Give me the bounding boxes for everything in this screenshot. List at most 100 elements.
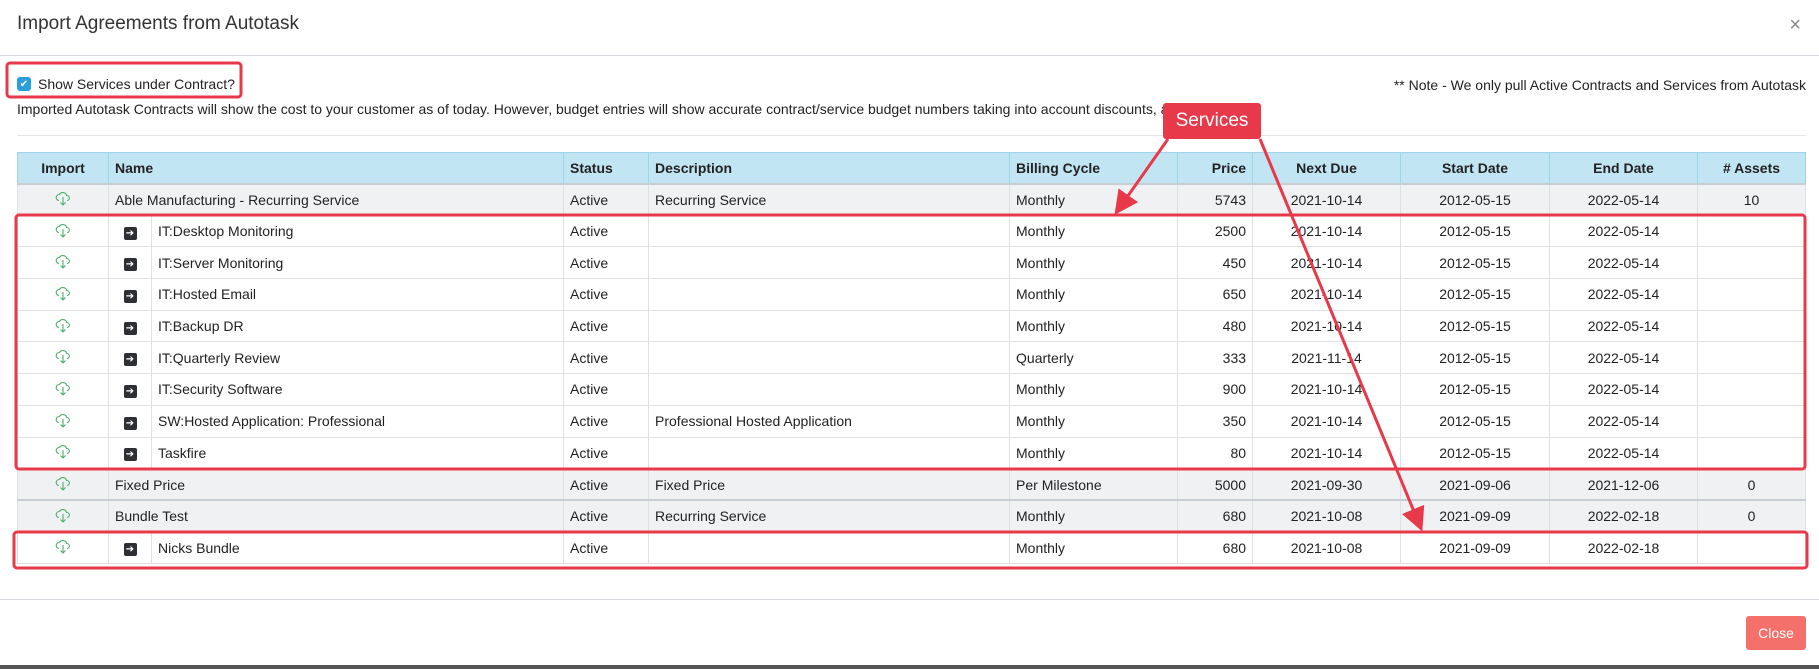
column-header[interactable]: Next Due (1252, 152, 1402, 184)
close-icon[interactable]: × (1789, 14, 1801, 37)
import-cell (17, 341, 109, 375)
cloud-download-icon[interactable] (55, 190, 71, 209)
description-cell (648, 531, 1011, 565)
cloud-download-icon[interactable] (55, 348, 71, 367)
start-cell: 2021-09-09 (1400, 531, 1551, 565)
cloud-download-icon[interactable] (55, 222, 71, 241)
service-indicator-cell: ➔ (108, 214, 152, 248)
service-row: ➔ IT:Hosted Email Active Monthly 650 2021-10-… (17, 278, 1807, 311)
end-cell: 2022-05-14 (1549, 183, 1699, 216)
bottom-strip (0, 665, 1819, 669)
import-cell (17, 436, 109, 470)
cloud-download-icon[interactable] (55, 507, 71, 526)
next-due-cell: 2021-10-14 (1252, 373, 1402, 406)
assets-cell (1697, 214, 1807, 248)
arrow-right-icon: ➔ (123, 416, 137, 430)
import-cell (17, 309, 109, 343)
status-cell: Active (563, 183, 650, 216)
price-cell: 450 (1177, 246, 1254, 280)
cloud-download-icon[interactable] (55, 317, 71, 336)
assets-cell (1697, 404, 1807, 438)
status-cell: Active (563, 309, 650, 343)
assets-cell: 10 (1697, 183, 1807, 216)
arrow-right-icon: ➔ (123, 543, 137, 557)
status-cell: Active (563, 246, 650, 280)
arrow-right-icon: ➔ (123, 353, 137, 367)
end-cell: 2022-05-14 (1549, 278, 1699, 311)
column-header[interactable]: # Assets (1697, 152, 1807, 184)
assets-cell (1697, 309, 1807, 343)
cloud-download-icon[interactable] (55, 443, 71, 462)
end-cell: 2022-05-14 (1549, 246, 1699, 280)
column-header[interactable]: End Date (1549, 152, 1699, 184)
cloud-download-icon[interactable] (55, 285, 71, 304)
status-cell: Active (563, 499, 650, 533)
description-cell (648, 436, 1011, 470)
column-header[interactable]: Start Date (1400, 152, 1551, 184)
start-cell: 2012-05-15 (1400, 341, 1551, 375)
arrow-right-icon: ➔ (123, 384, 137, 398)
service-row: ➔ Nicks Bundle Active Monthly 680 2021-10-08 2… (17, 531, 1807, 565)
description-cell: Recurring Service (648, 499, 1011, 533)
description-cell (648, 373, 1011, 406)
billing-cell: Monthly (1009, 278, 1179, 311)
description-cell (648, 309, 1011, 343)
start-cell: 2021-09-09 (1400, 499, 1551, 533)
column-header[interactable]: Billing Cycle (1009, 152, 1179, 184)
name-cell: Nicks Bundle (150, 531, 565, 565)
price-cell: 80 (1177, 436, 1254, 470)
next-due-cell: 2021-10-08 (1252, 531, 1402, 565)
name-cell: IT:Backup DR (150, 309, 565, 343)
cloud-download-icon[interactable] (55, 538, 71, 557)
end-cell: 2022-05-14 (1549, 309, 1699, 343)
service-indicator-cell: ➔ (108, 246, 152, 280)
start-cell: 2021-09-06 (1400, 468, 1551, 501)
service-indicator-cell: ➔ (108, 531, 152, 565)
checkbox-checked-icon[interactable]: ✔ (17, 77, 31, 91)
billing-cell: Per Milestone (1009, 468, 1179, 501)
end-cell: 2022-05-14 (1549, 404, 1699, 438)
column-header[interactable]: Price (1177, 152, 1254, 184)
column-header[interactable]: Description (648, 152, 1011, 184)
contract-row: Fixed Price Active Fixed Price Per Mileston… (17, 468, 1807, 501)
description-cell: Recurring Service (648, 183, 1011, 216)
service-indicator-cell: ➔ (108, 373, 152, 406)
service-row: ➔ IT:Desktop Monitoring Active Monthly 2500 2… (17, 214, 1807, 248)
import-cell (17, 246, 109, 280)
cloud-download-icon[interactable] (55, 253, 71, 272)
price-cell: 333 (1177, 341, 1254, 375)
cloud-download-icon[interactable] (55, 475, 71, 494)
note-text: ** Note - We only pull Active Contracts … (1393, 77, 1806, 93)
assets-cell: 0 (1697, 499, 1807, 533)
show-services-checkbox[interactable]: ✔ Show Services under Contract? (17, 76, 235, 92)
end-cell: 2022-02-18 (1549, 499, 1699, 533)
arrow-right-icon: ➔ (123, 258, 137, 272)
assets-cell (1697, 341, 1807, 375)
price-cell: 2500 (1177, 214, 1254, 248)
service-row: ➔ IT:Backup DR Active Monthly 480 2021-10-14 2… (17, 309, 1807, 343)
services-annotation-label: Services (1163, 103, 1261, 139)
billing-cell: Monthly (1009, 183, 1179, 216)
billing-cell: Monthly (1009, 531, 1179, 565)
service-indicator-cell: ➔ (108, 278, 152, 311)
billing-cell: Monthly (1009, 214, 1179, 248)
end-cell: 2022-05-14 (1549, 436, 1699, 470)
column-header[interactable]: Status (563, 152, 650, 184)
column-header[interactable]: Name (107, 152, 565, 184)
column-header[interactable]: Import (17, 152, 109, 184)
table-header: Import Name Status Description Billing Cycle… (17, 152, 1807, 184)
close-button[interactable]: Close (1746, 616, 1806, 650)
cloud-download-icon[interactable] (55, 380, 71, 399)
price-cell: 5000 (1177, 468, 1254, 501)
arrow-right-icon: ➔ (123, 289, 137, 303)
billing-cell: Monthly (1009, 499, 1179, 533)
service-row: ➔ IT:Server Monitoring Active Monthly 450 202… (17, 246, 1807, 280)
start-cell: 2012-05-15 (1400, 183, 1551, 216)
start-cell: 2012-05-15 (1400, 214, 1551, 248)
dialog-title: Import Agreements from Autotask (17, 13, 299, 34)
cloud-download-icon[interactable] (55, 412, 71, 431)
next-due-cell: 2021-10-14 (1252, 404, 1402, 438)
import-cell (17, 373, 109, 406)
import-cell (17, 183, 109, 216)
price-cell: 900 (1177, 373, 1254, 406)
